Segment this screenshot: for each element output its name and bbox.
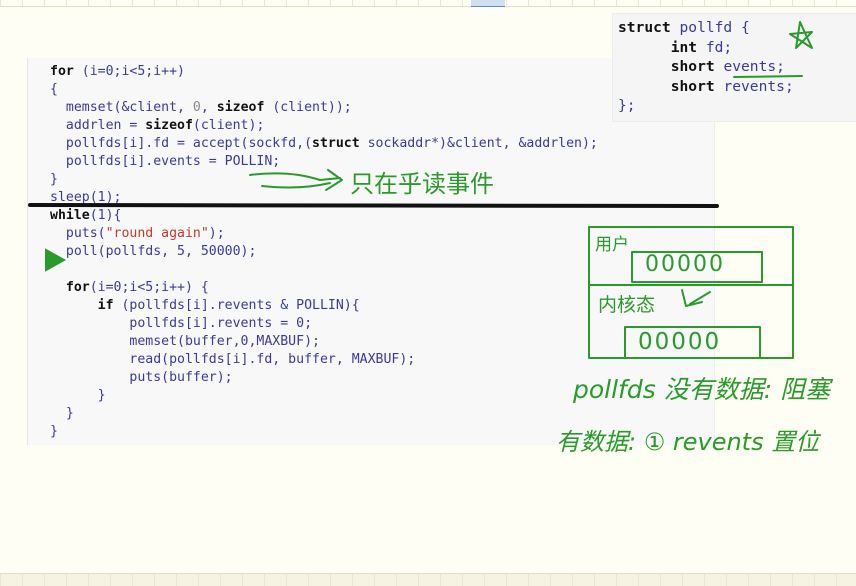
divider-line xyxy=(28,203,719,208)
note-has-data: 有数据: ① revents 置位 xyxy=(556,428,820,456)
label-user-space: 用户 xyxy=(595,235,629,255)
note-no-data: pollfds 没有数据: 阻塞 xyxy=(573,375,831,404)
bottom-ruler xyxy=(0,573,856,586)
note-only-listen: 只在乎读事件 xyxy=(350,170,494,198)
events-underline xyxy=(733,75,803,78)
kernel-arrow xyxy=(681,289,711,307)
arrow-under-stroke xyxy=(261,182,331,189)
play-marker-icon xyxy=(45,248,67,272)
ink-layer xyxy=(28,21,813,359)
star-doodle xyxy=(789,21,813,49)
label-kernel-space: 内核态 xyxy=(598,294,656,316)
arrow-to-note xyxy=(249,172,341,181)
kernel-bits: 00000 xyxy=(638,329,722,355)
user-bits: 00000 xyxy=(645,252,725,277)
